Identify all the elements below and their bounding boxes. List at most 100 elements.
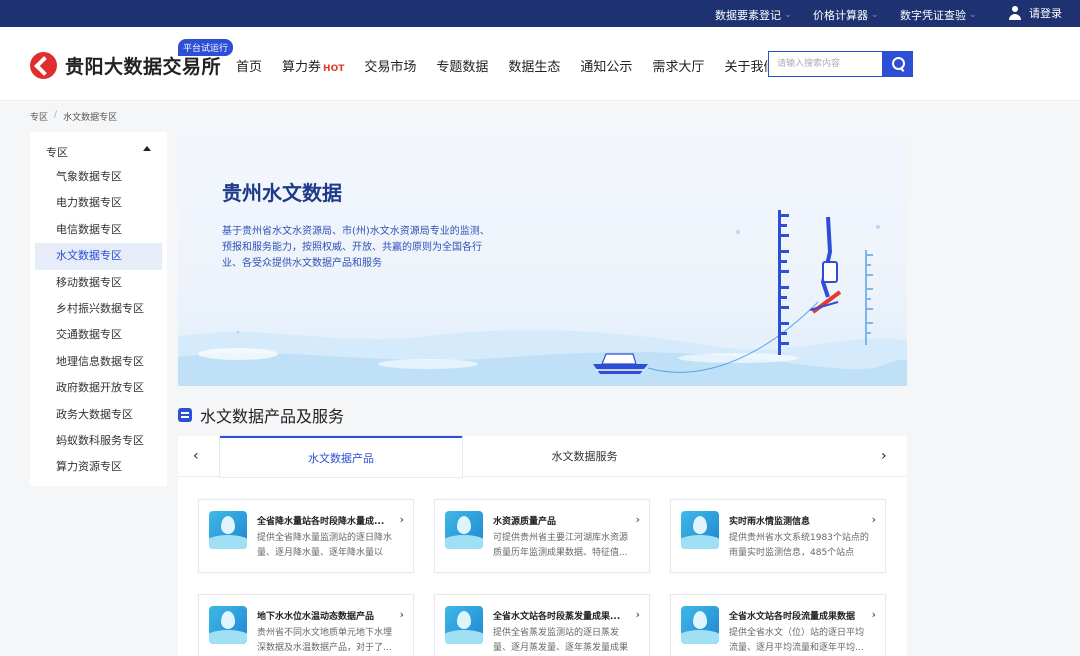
tab-services[interactable]: 水文数据服务 <box>463 436 706 477</box>
breadcrumb-root[interactable]: 专区 <box>30 110 48 123</box>
water-drop-icon <box>209 606 247 644</box>
caret-up-icon[interactable] <box>143 146 151 151</box>
chevron-right-icon: › <box>635 513 640 526</box>
product-card[interactable]: 水资源质量产品 › 可提供贵州省主要江河湖库水资源质量历年监测成果数据、特征值.… <box>434 499 650 573</box>
chevron-down-icon: ⌄ <box>871 10 879 20</box>
tab-bar: ‹ 水文数据产品 水文数据服务 › <box>178 436 907 477</box>
wave-highlight <box>378 359 478 369</box>
chevron-right-icon[interactable]: › <box>881 448 887 464</box>
sidebar-item-weather[interactable]: 气象数据专区 <box>35 164 162 190</box>
breadcrumb-separator: / <box>54 110 58 120</box>
chevron-right-icon: › <box>399 513 404 526</box>
section-heading: 水文数据产品及服务 <box>178 403 344 427</box>
water-gauge-right-icon <box>865 250 873 345</box>
database-icon <box>178 408 192 422</box>
card-description: 贵州省不同水文地质单元地下水埋深数据及水温数据产品，对于了... <box>257 628 393 653</box>
search-box <box>768 51 913 77</box>
topbar-item-label: 价格计算器 <box>813 9 868 22</box>
sidebar-heading[interactable]: 专区 <box>46 144 68 160</box>
nav-item-ecosystem[interactable]: 数据生态 <box>508 56 560 75</box>
zone-sidebar: 专区 气象数据专区 电力数据专区 电信数据专区 水文数据专区 移动数据专区 乡村… <box>30 132 167 486</box>
hero-banner: 贵州水文数据 基于贵州省水文水资源局、市(州)水文水资源局专业的监测、预报和服务… <box>178 132 907 386</box>
decor-dot <box>736 230 740 234</box>
sidebar-item-mobile[interactable]: 移动数据专区 <box>35 270 162 296</box>
card-description: 提供全省降水量监测站的逐日降水量、逐月降水量、逐年降水量以及... <box>257 533 393 558</box>
site-logo[interactable]: 贵阳大数据交易所 <box>30 52 221 79</box>
sidebar-item-power[interactable]: 电力数据专区 <box>35 190 162 216</box>
sidebar-item-gov-bigdata[interactable]: 政务大数据专区 <box>35 402 162 428</box>
chevron-down-icon: ⌄ <box>969 10 977 20</box>
user-icon <box>1008 6 1022 20</box>
breadcrumb-current: 水文数据专区 <box>63 113 118 123</box>
nav-item-notices[interactable]: 通知公示 <box>580 56 632 75</box>
product-card[interactable]: 地下水水位水温动态数据产品 › 贵州省不同水文地质单元地下水埋深数据及水温数据产… <box>198 594 414 656</box>
nav-item-market[interactable]: 交易市场 <box>364 56 416 75</box>
main-header: 贵阳大数据交易所 平台试运行 首页 算力券 HOT 交易市场 专题数据 数据生态 … <box>0 27 1080 101</box>
wave-highlight <box>198 348 278 360</box>
products-panel: ‹ 水文数据产品 水文数据服务 › 全省降水量站各时段降水量成... › 提供全… <box>178 436 907 656</box>
water-drop-icon <box>681 511 719 549</box>
logo-text: 贵阳大数据交易所 <box>65 56 222 78</box>
chevron-right-icon: › <box>871 513 876 526</box>
card-title: 全省水文站各时段蒸发量成果... <box>493 612 621 622</box>
water-gauge-left-icon <box>778 210 789 355</box>
product-card[interactable]: 全省降水量站各时段降水量成... › 提供全省降水量监测站的逐日降水量、逐月降水… <box>198 499 414 573</box>
sidebar-item-compute[interactable]: 算力资源专区 <box>35 454 162 480</box>
topbar-item-label: 数据要素登记 <box>715 9 781 22</box>
card-description: 可提供贵州省主要江河湖库水资源质量历年监测成果数据、特征值... <box>493 533 629 558</box>
section-title: 水文数据产品及服务 <box>200 407 345 426</box>
chevron-down-icon: ⌄ <box>784 10 792 20</box>
sidebar-item-telecom[interactable]: 电信数据专区 <box>35 217 162 243</box>
chevron-right-icon: › <box>399 608 404 621</box>
top-utility-bar: 数据要素登记 ⌄ 价格计算器 ⌄ 数字凭证查验 ⌄ 请登录 <box>0 0 1080 27</box>
nav-item-topic-data[interactable]: 专题数据 <box>436 56 488 75</box>
card-title: 实时雨水情监测信息 <box>729 517 811 527</box>
breadcrumb: 专区 / 水文数据专区 <box>30 110 117 123</box>
card-title: 全省水文站各时段流量成果数据 <box>729 612 856 622</box>
login-label: 请登录 <box>1029 7 1062 20</box>
product-card[interactable]: 实时雨水情监测信息 › 提供贵州省水文系统1983个站点的雨量实时监测信息，48… <box>670 499 886 573</box>
trial-badge: 平台试运行 <box>178 39 234 56</box>
water-drop-icon <box>681 606 719 644</box>
card-title: 地下水水位水温动态数据产品 <box>257 612 375 622</box>
nav-item-home[interactable]: 首页 <box>236 56 262 75</box>
product-card[interactable]: 全省水文站各时段蒸发量成果... › 提供全省蒸发监测站的逐日蒸发量、逐月蒸发量… <box>434 594 650 656</box>
card-description: 提供全省蒸发监测站的逐日蒸发量、逐月蒸发量、逐年蒸发量成果 <box>493 628 629 653</box>
card-title: 水资源质量产品 <box>493 517 557 527</box>
main-nav: 首页 算力券 HOT 交易市场 专题数据 数据生态 通知公示 需求大厅 关于我们 <box>236 56 776 75</box>
card-title: 全省降水量站各时段降水量成... <box>257 517 385 527</box>
nav-item-demand-hall[interactable]: 需求大厅 <box>652 56 704 75</box>
water-drop-icon <box>209 511 247 549</box>
sidebar-item-rural[interactable]: 乡村振兴数据专区 <box>35 296 162 322</box>
tab-products[interactable]: 水文数据产品 <box>220 436 462 477</box>
banner-title: 贵州水文数据 <box>222 181 342 205</box>
topbar-item-label: 数字凭证查验 <box>900 9 966 22</box>
search-button[interactable] <box>882 51 913 77</box>
topbar-item-price-calculator[interactable]: 价格计算器 ⌄ <box>813 7 879 23</box>
search-input[interactable] <box>768 51 882 77</box>
sidebar-item-gov-open[interactable]: 政府数据开放专区 <box>35 375 162 401</box>
logo-mark-icon <box>30 52 57 79</box>
chevron-left-icon[interactable]: ‹ <box>193 448 199 464</box>
decor-dot <box>236 330 240 334</box>
topbar-item-register[interactable]: 数据要素登记 ⌄ <box>715 7 792 23</box>
chevron-right-icon: › <box>635 608 640 621</box>
sidebar-item-transport[interactable]: 交通数据专区 <box>35 322 162 348</box>
water-drop-icon <box>445 511 483 549</box>
decor-dot <box>876 225 880 229</box>
nav-item-compute-voucher[interactable]: 算力券 HOT <box>282 56 344 75</box>
sidebar-list: 气象数据专区 电力数据专区 电信数据专区 水文数据专区 移动数据专区 乡村振兴数… <box>35 164 162 481</box>
card-description: 提供全省水文（位）站的逐日平均流量、逐月平均流量和逐年平均... <box>729 628 865 653</box>
banner-description: 基于贵州省水文水资源局、市(州)水文水资源局专业的监测、预报和服务能力，按照权威… <box>222 226 490 269</box>
chevron-right-icon: › <box>871 608 876 621</box>
card-description: 提供贵州省水文系统1983个站点的雨量实时监测信息，485个站点的... <box>729 533 869 558</box>
product-card[interactable]: 全省水文站各时段流量成果数据 › 提供全省水文（位）站的逐日平均流量、逐月平均流… <box>670 594 886 656</box>
nav-item-label: 算力券 <box>282 60 322 75</box>
water-drop-icon <box>445 606 483 644</box>
sensor-station-icon <box>809 216 842 314</box>
sidebar-item-geo[interactable]: 地理信息数据专区 <box>35 349 162 375</box>
login-link[interactable]: 请登录 <box>1008 5 1062 21</box>
sidebar-item-ant[interactable]: 蚂蚁数科服务专区 <box>35 428 162 454</box>
topbar-item-certificate-check[interactable]: 数字凭证查验 ⌄ <box>900 7 977 23</box>
sidebar-item-hydrology[interactable]: 水文数据专区 <box>35 243 162 270</box>
